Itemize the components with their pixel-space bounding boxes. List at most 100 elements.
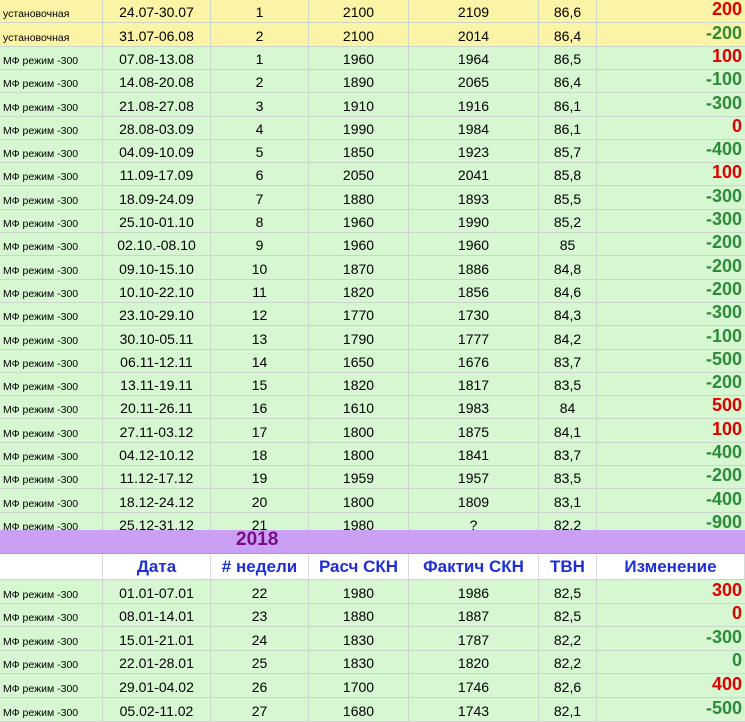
date-cell[interactable]: 11.09-17.09	[103, 163, 211, 185]
change-cell[interactable]: -100	[597, 70, 745, 92]
header-change[interactable]: Изменение	[597, 554, 745, 579]
date-cell[interactable]: 08.01-14.01	[103, 604, 211, 626]
date-cell[interactable]: 02.10.-08.10	[103, 233, 211, 255]
calc-skn-cell[interactable]: 1850	[309, 140, 409, 162]
fact-skn-cell[interactable]: 1923	[409, 140, 539, 162]
mode-cell[interactable]: МФ режим -300	[0, 419, 103, 442]
tvn-cell[interactable]: 86,4	[539, 23, 597, 46]
fact-skn-cell[interactable]: 1820	[409, 651, 539, 673]
calc-skn-cell[interactable]: 1790	[309, 326, 409, 349]
week-cell[interactable]: 7	[211, 186, 309, 209]
change-cell[interactable]: -400	[597, 489, 745, 512]
fact-skn-cell[interactable]: 1990	[409, 210, 539, 232]
date-cell[interactable]: 31.07-06.08	[103, 23, 211, 46]
date-cell[interactable]: 06.11-12.11	[103, 350, 211, 372]
tvn-cell[interactable]: 83,5	[539, 466, 597, 488]
mode-cell[interactable]: МФ режим -300	[0, 186, 103, 209]
calc-skn-cell[interactable]: 2100	[309, 0, 409, 22]
tvn-cell[interactable]: 84	[539, 396, 597, 418]
mode-cell[interactable]: МФ режим -300	[0, 280, 103, 302]
change-cell[interactable]: -200	[597, 466, 745, 488]
mode-cell[interactable]: МФ режим -300	[0, 396, 103, 418]
mode-cell[interactable]: МФ режим -300	[0, 698, 103, 721]
fact-skn-cell[interactable]: 2041	[409, 163, 539, 185]
date-cell[interactable]: 18.09-24.09	[103, 186, 211, 209]
header-tvn[interactable]: ТВН	[539, 554, 597, 579]
fact-skn-cell[interactable]: 1856	[409, 280, 539, 302]
mode-cell[interactable]: МФ режим -300	[0, 303, 103, 325]
date-cell[interactable]: 21.08-27.08	[103, 93, 211, 116]
calc-skn-cell[interactable]: 1880	[309, 604, 409, 626]
fact-skn-cell[interactable]: 1676	[409, 350, 539, 372]
header-fact-skn[interactable]: Фактич СКН	[409, 554, 539, 579]
week-cell[interactable]: 27	[211, 698, 309, 721]
week-cell[interactable]: 2	[211, 23, 309, 46]
mode-cell[interactable]: МФ режим -300	[0, 627, 103, 650]
fact-skn-cell[interactable]: 1916	[409, 93, 539, 116]
week-cell[interactable]: 10	[211, 256, 309, 279]
mode-cell[interactable]: МФ режим -300	[0, 326, 103, 349]
calc-skn-cell[interactable]: 1870	[309, 256, 409, 279]
tvn-cell[interactable]: 86,4	[539, 70, 597, 92]
date-cell[interactable]: 20.11-26.11	[103, 396, 211, 418]
week-cell[interactable]: 2	[211, 70, 309, 92]
calc-skn-cell[interactable]: 1980	[309, 580, 409, 603]
calc-skn-cell[interactable]: 1960	[309, 233, 409, 255]
mode-cell[interactable]: МФ режим -300	[0, 443, 103, 465]
week-cell[interactable]: 17	[211, 419, 309, 442]
tvn-cell[interactable]: 85,5	[539, 186, 597, 209]
week-cell[interactable]: 14	[211, 350, 309, 372]
calc-skn-cell[interactable]: 2100	[309, 23, 409, 46]
header-calc-skn[interactable]: Расч СКН	[309, 554, 409, 579]
date-cell[interactable]: 10.10-22.10	[103, 280, 211, 302]
fact-skn-cell[interactable]: 2109	[409, 0, 539, 22]
mode-cell[interactable]: МФ режим -300	[0, 580, 103, 603]
calc-skn-cell[interactable]: 1880	[309, 186, 409, 209]
calc-skn-cell[interactable]: 1800	[309, 443, 409, 465]
calc-skn-cell[interactable]: 1700	[309, 674, 409, 697]
tvn-cell[interactable]: 85	[539, 233, 597, 255]
tvn-cell[interactable]: 85,8	[539, 163, 597, 185]
change-cell[interactable]: -300	[597, 627, 745, 650]
calc-skn-cell[interactable]: 1820	[309, 373, 409, 395]
week-cell[interactable]: 1	[211, 47, 309, 69]
change-cell[interactable]: 0	[597, 604, 745, 626]
week-cell[interactable]: 22	[211, 580, 309, 603]
date-cell[interactable]: 28.08-03.09	[103, 117, 211, 139]
fact-skn-cell[interactable]: 1957	[409, 466, 539, 488]
week-cell[interactable]: 4	[211, 117, 309, 139]
mode-cell[interactable]: МФ режим -300	[0, 117, 103, 139]
tvn-cell[interactable]: 82,1	[539, 698, 597, 721]
date-cell[interactable]: 07.08-13.08	[103, 47, 211, 69]
change-cell[interactable]: -300	[597, 303, 745, 325]
fact-skn-cell[interactable]: 1983	[409, 396, 539, 418]
fact-skn-cell[interactable]: 1960	[409, 233, 539, 255]
tvn-cell[interactable]: 82,2	[539, 651, 597, 673]
tvn-cell[interactable]: 86,5	[539, 47, 597, 69]
week-cell[interactable]: 8	[211, 210, 309, 232]
week-cell[interactable]: 6	[211, 163, 309, 185]
week-cell[interactable]: 24	[211, 627, 309, 650]
tvn-cell[interactable]: 86,1	[539, 93, 597, 116]
calc-skn-cell[interactable]: 1770	[309, 303, 409, 325]
mode-cell[interactable]: МФ режим -300	[0, 47, 103, 69]
calc-skn-cell[interactable]: 1910	[309, 93, 409, 116]
change-cell[interactable]: -300	[597, 93, 745, 116]
year-cell[interactable]: 2018	[0, 530, 745, 553]
calc-skn-cell[interactable]: 1890	[309, 70, 409, 92]
tvn-cell[interactable]: 84,1	[539, 419, 597, 442]
date-cell[interactable]: 04.09-10.09	[103, 140, 211, 162]
change-cell[interactable]: -200	[597, 256, 745, 279]
change-cell[interactable]: 100	[597, 419, 745, 442]
date-cell[interactable]: 23.10-29.10	[103, 303, 211, 325]
tvn-cell[interactable]: 83,7	[539, 350, 597, 372]
date-cell[interactable]: 30.10-05.11	[103, 326, 211, 349]
calc-skn-cell[interactable]: 1800	[309, 419, 409, 442]
calc-skn-cell[interactable]: 1800	[309, 489, 409, 512]
week-cell[interactable]: 1	[211, 0, 309, 22]
mode-cell[interactable]: МФ режим -300	[0, 489, 103, 512]
calc-skn-cell[interactable]: 1650	[309, 350, 409, 372]
tvn-cell[interactable]: 83,7	[539, 443, 597, 465]
date-cell[interactable]: 27.11-03.12	[103, 419, 211, 442]
mode-cell[interactable]: МФ режим -300	[0, 604, 103, 626]
